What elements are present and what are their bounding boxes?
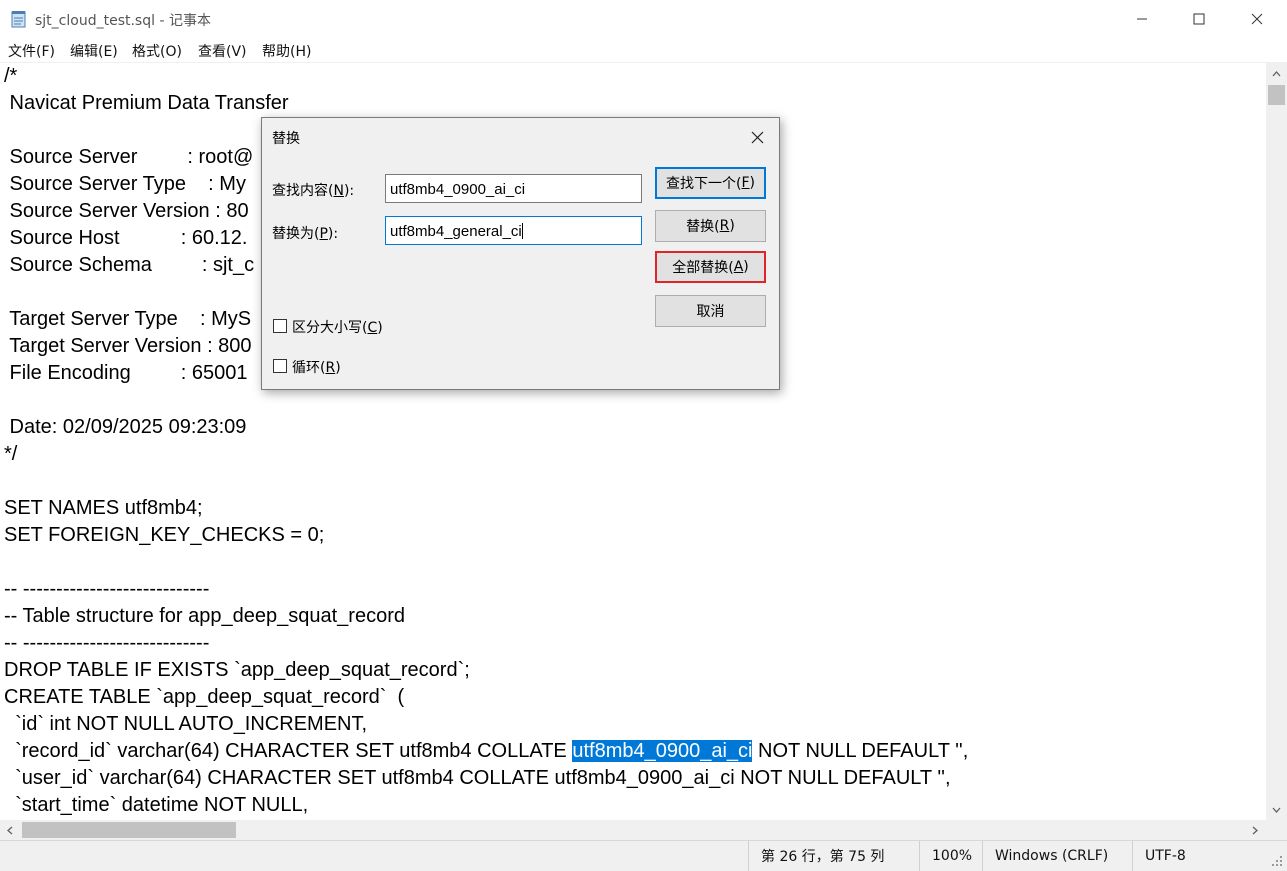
menu-format[interactable]: 格式(O)	[132, 41, 182, 61]
resize-grip-icon[interactable]	[1271, 855, 1283, 867]
replace-button-label: 替换(	[686, 219, 720, 235]
selected-text: utf8mb4_0900_ai_ci	[572, 740, 753, 762]
replace-label-end: ):	[327, 226, 339, 242]
editor-line: `id` int NOT NULL AUTO_INCREMENT,	[4, 713, 368, 735]
match-case-key: C	[367, 320, 378, 336]
editor-line: -- ----------------------------	[4, 578, 210, 600]
editor-line: -- ----------------------------	[4, 632, 210, 654]
status-encoding: UTF-8	[1132, 841, 1266, 871]
replace-all-button[interactable]: 全部替换(A)	[655, 251, 766, 283]
editor-line: */	[4, 443, 18, 465]
menu-bar: 文件(F) 编辑(E) 格式(O) 查看(V) 帮助(H)	[0, 38, 1287, 63]
dialog-title: 替换	[272, 131, 300, 147]
replace-label-text: 替换为(	[272, 226, 320, 242]
replace-button[interactable]: 替换(R)	[655, 210, 766, 242]
editor-line: Target Server Version : 800	[4, 335, 252, 357]
status-zoom: 100%	[919, 841, 982, 871]
chevron-up-icon	[1272, 70, 1281, 76]
menu-help[interactable]: 帮助(H)	[262, 41, 311, 61]
wrap-around-text: 循环(	[292, 360, 326, 376]
match-case-checkbox[interactable]	[273, 319, 287, 333]
find-next-label: 查找下一个(	[666, 176, 742, 192]
close-icon	[1251, 13, 1263, 25]
chevron-left-icon	[7, 826, 13, 834]
replace-all-label: 全部替换(	[672, 260, 734, 276]
find-next-key: F	[741, 175, 750, 191]
menu-file[interactable]: 文件(F)	[8, 41, 55, 61]
close-icon	[751, 131, 763, 143]
menu-edit[interactable]: 编辑(E)	[70, 41, 118, 61]
replace-input-text: utf8mb4_general_ci	[390, 223, 522, 240]
editor-line: `start_time` datetime NOT NULL,	[4, 794, 309, 816]
scroll-up-button[interactable]	[1266, 63, 1287, 84]
replace-label-key: P	[319, 226, 328, 242]
wrap-around-label[interactable]: 循环(R)	[292, 357, 341, 377]
find-label-text: 查找内容(	[272, 183, 334, 199]
text-caret	[521, 223, 523, 239]
editor-line: CREATE TABLE `app_deep_squat_record` (	[4, 686, 405, 708]
find-next-end: )	[749, 175, 755, 191]
find-label-key: N	[333, 183, 344, 199]
scroll-down-button[interactable]	[1266, 799, 1287, 820]
editor-line: SET FOREIGN_KEY_CHECKS = 0;	[4, 524, 325, 546]
minimize-button[interactable]	[1113, 0, 1171, 38]
editor-line: SET NAMES utf8mb4;	[4, 497, 203, 519]
scroll-right-button[interactable]	[1245, 820, 1265, 840]
chevron-down-icon	[1272, 807, 1281, 813]
status-bar: 第 26 行，第 75 列 100% Windows (CRLF) UTF-8	[0, 840, 1287, 871]
maximize-button[interactable]	[1170, 0, 1228, 38]
maximize-icon	[1193, 13, 1205, 25]
scroll-left-button[interactable]	[0, 820, 20, 840]
replace-button-key: R	[719, 218, 730, 234]
menu-view[interactable]: 查看(V)	[198, 41, 247, 61]
match-case-text: 区分大小写(	[292, 320, 368, 336]
replace-input[interactable]: utf8mb4_general_ci	[385, 216, 642, 245]
editor-line: Source Server Version : 80	[4, 200, 249, 222]
horizontal-scroll-thumb[interactable]	[22, 822, 236, 838]
editor-line: Navicat Premium Data Transfer	[4, 92, 289, 114]
editor-line: Source Schema : sjt_c	[4, 254, 255, 276]
line-text-before: `record_id` varchar(64) CHARACTER SET ut…	[4, 740, 573, 762]
wrap-around-end: )	[335, 360, 341, 376]
replace-label: 替换为(P):	[272, 223, 338, 243]
close-button[interactable]	[1228, 0, 1286, 38]
vertical-scroll-thumb[interactable]	[1268, 85, 1285, 105]
editor-line: -- Table structure for app_deep_squat_re…	[4, 605, 405, 627]
editor-line: /*	[4, 65, 18, 87]
status-cursor-position: 第 26 行，第 75 列	[748, 841, 919, 871]
notepad-icon	[11, 11, 26, 28]
editor-line: Date: 02/09/2025 09:23:09	[4, 416, 247, 438]
scrollbar-corner	[1266, 820, 1287, 840]
cancel-button[interactable]: 取消	[655, 295, 766, 327]
editor-line-selected: `record_id` varchar(64) CHARACTER SET ut…	[4, 738, 968, 765]
title-bar: sjt_cloud_test.sql - 记事本	[0, 0, 1287, 38]
replace-button-end: )	[729, 218, 735, 234]
line-text-after: NOT NULL DEFAULT '',	[752, 740, 969, 762]
status-line-ending: Windows (CRLF)	[982, 841, 1132, 871]
find-label: 查找内容(N):	[272, 180, 354, 200]
editor-line: DROP TABLE IF EXISTS `app_deep_squat_rec…	[4, 659, 470, 681]
chevron-right-icon	[1252, 826, 1258, 834]
match-case-label[interactable]: 区分大小写(C)	[292, 317, 383, 337]
horizontal-scrollbar[interactable]	[0, 820, 1266, 840]
match-case-end: )	[377, 320, 383, 336]
editor-line: Source Host : 60.12.	[4, 227, 248, 249]
editor-line: Source Server Type : My	[4, 173, 246, 195]
editor-line: File Encoding : 65001	[4, 362, 248, 384]
replace-dialog: 替换 查找内容(N): utf8mb4_0900_ai_ci 替换为(P): u…	[261, 117, 780, 390]
minimize-icon	[1137, 18, 1147, 20]
vertical-scrollbar[interactable]	[1266, 63, 1287, 820]
editor-line: `user_id` varchar(64) CHARACTER SET utf8…	[4, 767, 951, 789]
editor-line: Target Server Type : MyS	[4, 308, 252, 330]
find-next-button[interactable]: 查找下一个(F)	[655, 167, 766, 199]
find-input[interactable]: utf8mb4_0900_ai_ci	[385, 174, 642, 203]
replace-all-end: )	[743, 259, 749, 275]
wrap-around-key: R	[325, 360, 336, 376]
window-title: sjt_cloud_test.sql - 记事本	[35, 13, 211, 29]
dialog-close-button[interactable]	[740, 122, 774, 152]
replace-all-key: A	[733, 259, 744, 275]
wrap-around-checkbox[interactable]	[273, 359, 287, 373]
find-label-end: ):	[343, 183, 355, 199]
editor-line: Source Server : root@	[4, 146, 254, 168]
